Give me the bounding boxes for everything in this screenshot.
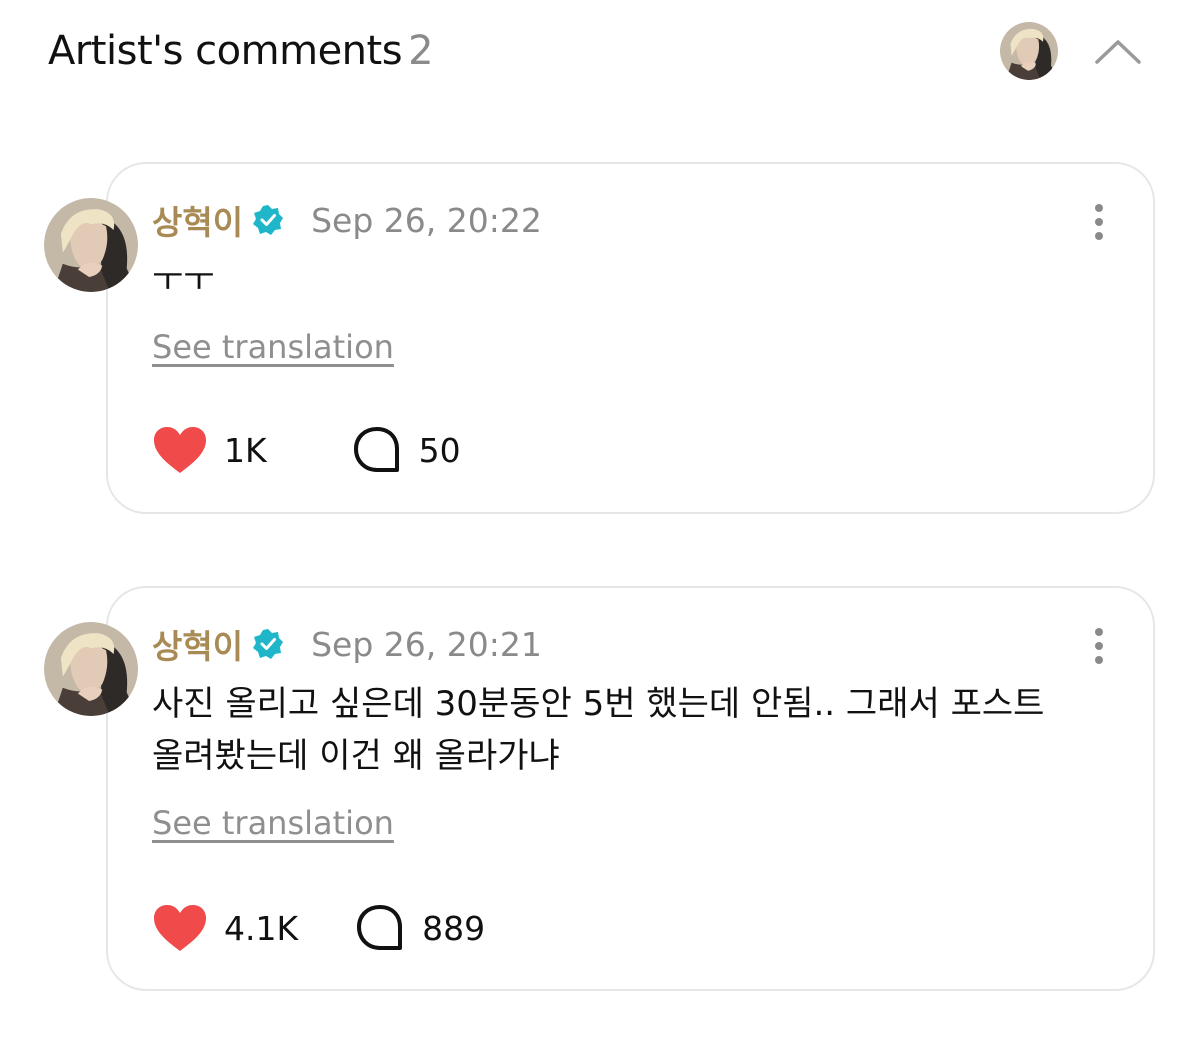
heart-icon bbox=[154, 905, 206, 951]
comments-header: Artist's comments 2 bbox=[48, 22, 1160, 82]
heart-icon bbox=[154, 427, 206, 473]
author-avatar-image bbox=[44, 198, 138, 292]
artist-avatar-image bbox=[1000, 22, 1058, 80]
more-options-icon[interactable] bbox=[1087, 626, 1111, 666]
comment-meta: 상혁이 Sep 26, 20:21 bbox=[152, 620, 542, 668]
speech-bubble-icon bbox=[357, 905, 403, 950]
speech-bubble-icon bbox=[353, 427, 399, 472]
like-button[interactable]: 1K bbox=[152, 425, 267, 475]
comment-actions: 1K 50 bbox=[152, 422, 461, 478]
section-title: Artist's comments 2 bbox=[48, 28, 434, 74]
chevron-up-icon[interactable] bbox=[1093, 36, 1143, 66]
like-button[interactable]: 4.1K bbox=[152, 903, 298, 953]
comment-text: ㅜㅜ bbox=[152, 260, 215, 300]
more-options-icon[interactable] bbox=[1087, 202, 1111, 242]
comment-count: 2 bbox=[408, 28, 434, 74]
reply-count: 889 bbox=[422, 908, 486, 948]
author-avatar-image bbox=[44, 622, 138, 716]
reply-count: 50 bbox=[418, 430, 461, 470]
comment-meta: 상혁이 Sep 26, 20:22 bbox=[152, 196, 542, 244]
verified-badge-icon bbox=[253, 205, 284, 235]
reply-button[interactable]: 889 bbox=[354, 903, 485, 953]
author-name[interactable]: 상혁이 bbox=[152, 196, 243, 244]
verified-badge-icon bbox=[253, 629, 284, 659]
like-count: 4.1K bbox=[224, 908, 299, 948]
like-count: 1K bbox=[224, 430, 267, 470]
artist-avatar[interactable] bbox=[1000, 22, 1058, 80]
see-translation-link[interactable]: See translation bbox=[152, 328, 394, 366]
section-title-label: Artist's comments bbox=[48, 28, 403, 74]
comment-item: 상혁이 Sep 26, 20:21 사진 올리고 싶은데 30분동안 5번 했는… bbox=[40, 586, 1155, 991]
reply-button[interactable]: 50 bbox=[351, 425, 461, 475]
see-translation-link[interactable]: See translation bbox=[152, 804, 394, 842]
comment-text: 사진 올리고 싶은데 30분동안 5번 했는데 안됨.. 그래서 포스트 올려봤… bbox=[152, 684, 1045, 776]
comment-item: 상혁이 Sep 26, 20:22 ㅜㅜ See translation 1K … bbox=[40, 162, 1155, 514]
author-name[interactable]: 상혁이 bbox=[152, 620, 243, 668]
artist-comments-panel: Artist's comments 2 상혁이 Sep 26, 20:22 ㅜㅜ … bbox=[0, 0, 1200, 1042]
author-avatar[interactable] bbox=[44, 198, 138, 292]
comment-actions: 4.1K 889 bbox=[152, 900, 485, 956]
author-avatar[interactable] bbox=[44, 622, 138, 716]
comment-timestamp: Sep 26, 20:22 bbox=[311, 200, 542, 240]
comment-timestamp: Sep 26, 20:21 bbox=[311, 624, 542, 664]
